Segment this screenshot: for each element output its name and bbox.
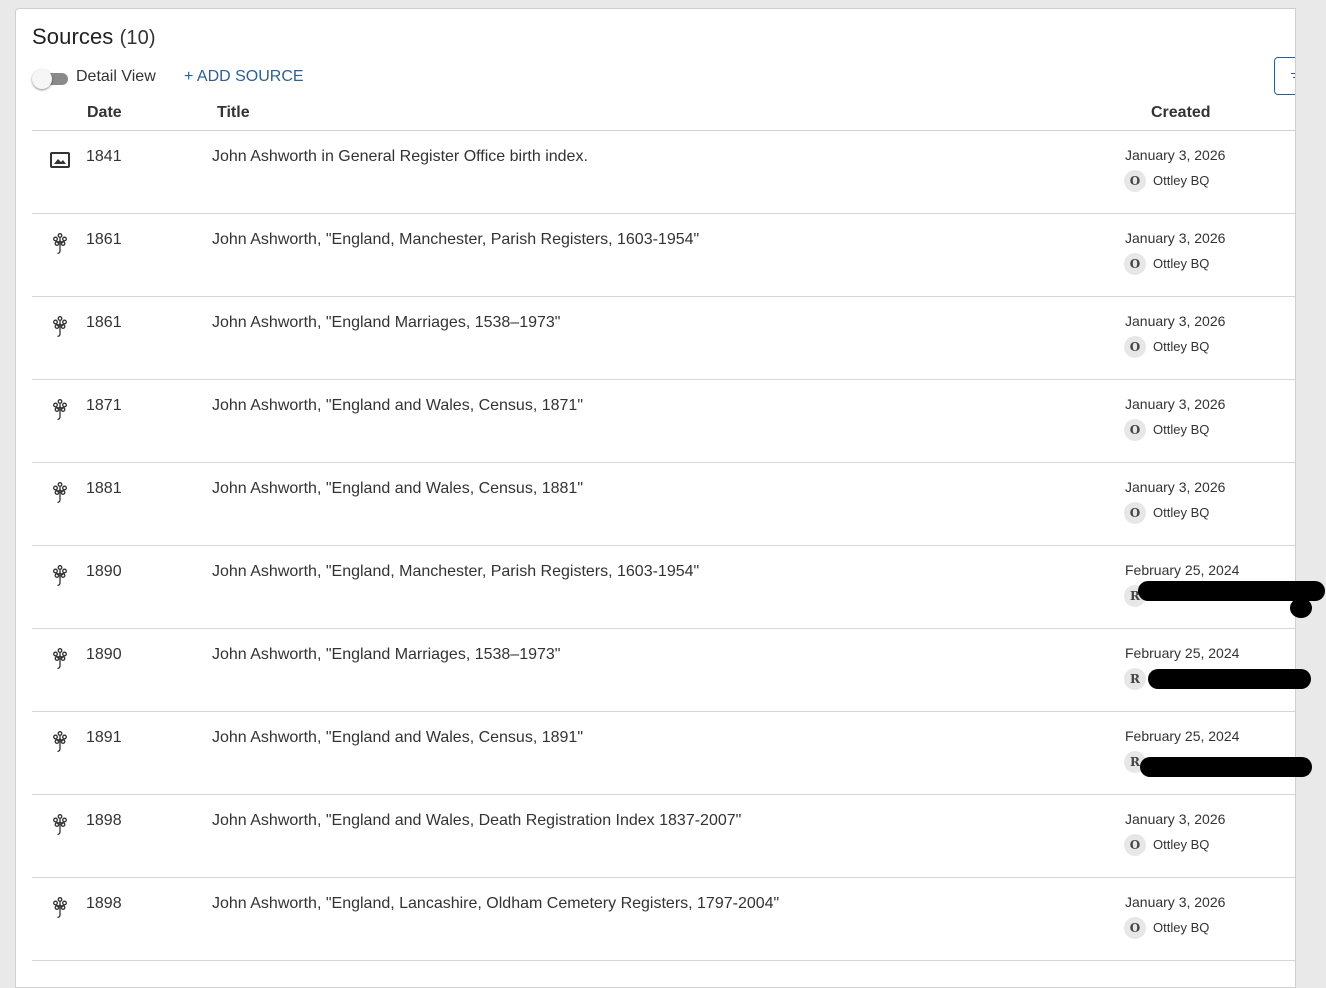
row-title[interactable]: John Ashworth, "England Marriages, 1538–… [212, 314, 560, 332]
table-row[interactable]: 1861 John Ashworth, "England Marriages, 1… [32, 297, 1295, 380]
row-date: 1890 [86, 646, 122, 663]
row-created-by[interactable]: Ottley BQ [1153, 339, 1209, 354]
row-created-by[interactable]: Ottley BQ [1153, 837, 1209, 852]
table-row[interactable]: 1898 John Ashworth, "England, Lancashire,… [32, 878, 1295, 961]
tree-icon [49, 232, 71, 255]
row-date: 1898 [86, 895, 122, 912]
row-title[interactable]: John Ashworth, "England, Lancashire, Old… [212, 895, 779, 913]
table-row[interactable]: 1890 John Ashworth, "England Marriages, 1… [32, 629, 1295, 712]
table-row[interactable]: 1881 John Ashworth, "England and Wales, C… [32, 463, 1295, 546]
row-date: 1841 [86, 148, 122, 165]
avatar[interactable]: O [1124, 336, 1146, 358]
table-row[interactable]: 1898 John Ashworth, "England and Wales, D… [32, 795, 1295, 878]
image-icon [49, 149, 71, 171]
redaction-mark [1148, 669, 1311, 689]
row-created-date: January 3, 2026 [1125, 894, 1226, 910]
avatar[interactable]: R [1124, 668, 1146, 690]
sources-heading: Sources (10) [32, 24, 156, 50]
avatar[interactable]: O [1124, 419, 1146, 441]
filter-button[interactable] [1274, 57, 1295, 95]
avatar[interactable]: O [1124, 917, 1146, 939]
column-header-created[interactable]: Created [1151, 104, 1211, 122]
row-created-date: January 3, 2026 [1125, 313, 1226, 329]
avatar[interactable]: O [1124, 253, 1146, 275]
table-row[interactable]: 1871 John Ashworth, "England and Wales, C… [32, 380, 1295, 463]
row-created-date: February 25, 2024 [1125, 562, 1240, 578]
table-row[interactable]: 1861 John Ashworth, "England, Manchester,… [32, 214, 1295, 297]
tree-icon [49, 730, 71, 753]
row-title[interactable]: John Ashworth, "England Marriages, 1538–… [212, 646, 560, 664]
detail-view-label: Detail View [76, 68, 156, 85]
row-date: 1861 [86, 231, 122, 248]
column-header-title[interactable]: Title [217, 104, 250, 122]
redaction-mark [1290, 598, 1312, 618]
avatar[interactable]: O [1124, 834, 1146, 856]
add-source-button[interactable]: + ADD SOURCE [184, 68, 304, 86]
row-title[interactable]: John Ashworth, "England, Manchester, Par… [212, 231, 699, 249]
toggle-knob [32, 69, 52, 89]
sources-title: Sources [32, 24, 114, 49]
tree-icon [49, 315, 71, 338]
row-created-date: February 25, 2024 [1125, 728, 1240, 744]
row-date: 1898 [86, 812, 122, 829]
row-date: 1890 [86, 563, 122, 580]
tree-icon [49, 647, 71, 670]
row-date: 1881 [86, 480, 122, 497]
filter-icon [1291, 73, 1295, 85]
row-created-by[interactable]: Ottley BQ [1153, 422, 1209, 437]
tree-icon [49, 813, 71, 836]
row-title[interactable]: John Ashworth, "England and Wales, Censu… [212, 480, 583, 498]
avatar[interactable]: O [1124, 170, 1146, 192]
sources-toolbar: Detail View + ADD SOURCE [32, 67, 1282, 91]
row-created-by[interactable]: Ottley BQ [1153, 505, 1209, 520]
row-created-date: January 3, 2026 [1125, 147, 1226, 163]
row-title[interactable]: John Ashworth, "England and Wales, Death… [212, 812, 741, 830]
row-created-date: January 3, 2026 [1125, 479, 1226, 495]
row-created-date: January 3, 2026 [1125, 811, 1226, 827]
table-row[interactable]: 1841 John Ashworth in General Register Of… [32, 131, 1295, 214]
row-title[interactable]: John Ashworth, "England and Wales, Censu… [212, 397, 583, 415]
row-created-by[interactable]: Ottley BQ [1153, 173, 1209, 188]
sources-panel: Sources (10) Detail View + ADD SOURCE Da… [15, 8, 1296, 988]
tree-icon [49, 896, 71, 919]
row-created-date: January 3, 2026 [1125, 396, 1226, 412]
row-date: 1871 [86, 397, 122, 414]
sources-count: (10) [119, 27, 156, 49]
redaction-mark [1140, 757, 1312, 777]
detail-view-toggle[interactable] [32, 68, 70, 90]
table-row[interactable]: 1890 John Ashworth, "England, Manchester,… [32, 546, 1295, 629]
row-title[interactable]: John Ashworth, "England, Manchester, Par… [212, 563, 699, 581]
tree-icon [49, 398, 71, 421]
tree-icon [49, 481, 71, 504]
row-title[interactable]: John Ashworth in General Register Office… [212, 148, 588, 166]
row-created-by[interactable]: Ottley BQ [1153, 256, 1209, 271]
tree-icon [49, 564, 71, 587]
avatar[interactable]: O [1124, 502, 1146, 524]
row-title[interactable]: John Ashworth, "England and Wales, Censu… [212, 729, 583, 747]
row-created-date: February 25, 2024 [1125, 645, 1240, 661]
row-date: 1861 [86, 314, 122, 331]
column-header-date[interactable]: Date [87, 104, 122, 122]
sources-table-body: 1841 John Ashworth in General Register Of… [32, 131, 1295, 961]
row-created-by[interactable]: Ottley BQ [1153, 920, 1209, 935]
row-date: 1891 [86, 729, 122, 746]
table-row[interactable]: 1891 John Ashworth, "England and Wales, C… [32, 712, 1295, 795]
row-created-date: January 3, 2026 [1125, 230, 1226, 246]
